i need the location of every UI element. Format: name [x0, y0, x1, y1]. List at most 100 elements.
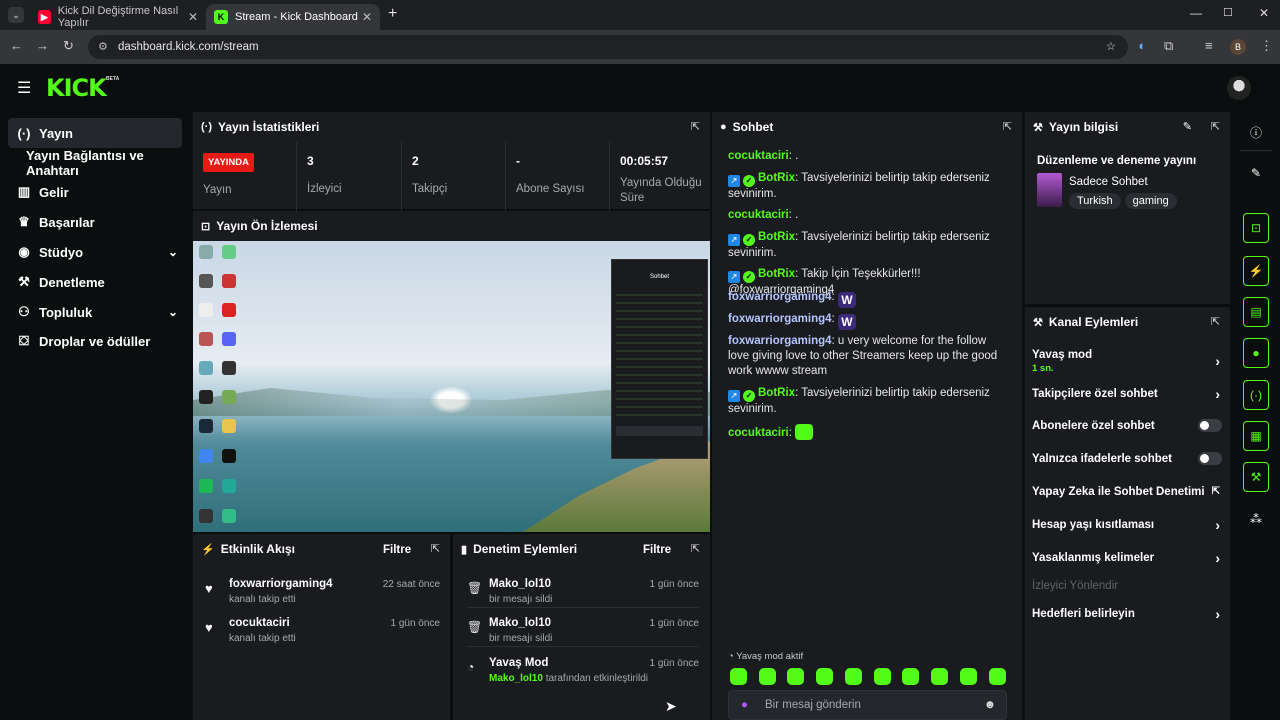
address-bar[interactable]: ⚙ dashboard.kick.com/stream ☆: [88, 35, 1128, 59]
sidebar-item-achievements[interactable]: ♛ Başarılar: [8, 207, 182, 237]
emotes-only-setting[interactable]: Yalnızca ifadelerle sohbet: [1032, 452, 1222, 465]
stream-info-panel: ⚒ Yayın bilgisi ✎ ⇱ Düzenleme ve deneme y…: [1025, 112, 1230, 304]
emote-quick-button[interactable]: [960, 668, 977, 685]
desktop-icon[interactable]: [222, 332, 236, 346]
minimize-icon[interactable]: —: [1190, 6, 1202, 20]
close-tab-icon[interactable]: ✕: [362, 10, 372, 24]
media-icon[interactable]: ≡: [1205, 38, 1213, 53]
desktop-icon[interactable]: [222, 245, 236, 259]
desktop-icon[interactable]: [222, 479, 236, 493]
popout-icon[interactable]: ⇱: [691, 120, 700, 133]
close-tab-icon[interactable]: ✕: [188, 10, 198, 24]
desktop-icon[interactable]: [222, 303, 236, 317]
subscribers-only-setting[interactable]: Abonelere özel sohbet: [1032, 419, 1222, 432]
clip-icon[interactable]: ⊡: [1243, 213, 1269, 243]
emotes-only-toggle[interactable]: [1198, 452, 1222, 465]
emote-quick-button[interactable]: [730, 668, 747, 685]
lightning-icon[interactable]: ⚡: [1243, 256, 1269, 286]
desktop-icon[interactable]: [199, 479, 213, 493]
ai-moderation-setting[interactable]: Yapay Zeka ile Sohbet Denetimi ⇱: [1032, 486, 1222, 498]
reload-icon[interactable]: ↻: [63, 38, 74, 54]
banned-words-setting[interactable]: Yasaklanmış kelimeler ›: [1032, 550, 1222, 566]
desktop-icon[interactable]: [222, 274, 236, 288]
desktop-icon[interactable]: [199, 332, 213, 346]
emote-quick-button[interactable]: [902, 668, 919, 685]
browser-tab-youtube[interactable]: ▶ Kick Dil Değiştirme Nasıl Yapılır ✕: [30, 4, 206, 30]
new-tab-icon[interactable]: +: [388, 5, 397, 23]
back-icon[interactable]: ←: [10, 38, 23, 53]
emoji-icon[interactable]: ☻: [984, 691, 996, 719]
info-icon[interactable]: ⓘ: [1240, 117, 1272, 147]
emote-quick-button[interactable]: [931, 668, 948, 685]
puzzle-icon[interactable]: ⧉: [1164, 38, 1173, 54]
desktop-icon[interactable]: [199, 274, 213, 288]
desktop-icon[interactable]: [222, 509, 236, 523]
notes-icon[interactable]: ▤: [1243, 297, 1269, 327]
menu-kebab-icon[interactable]: ⋮: [1260, 38, 1273, 54]
close-window-icon[interactable]: ✕: [1259, 6, 1269, 20]
broadcast-icon[interactable]: (·): [1243, 380, 1269, 410]
bookmark-star-icon[interactable]: ☆: [1106, 39, 1116, 53]
desktop-icon[interactable]: [199, 303, 213, 317]
chat-bubble-icon[interactable]: ●: [1243, 338, 1269, 368]
emote-quick-button[interactable]: [874, 668, 891, 685]
emote-quick-button[interactable]: [845, 668, 862, 685]
popout-icon[interactable]: ⇱: [691, 542, 700, 555]
emote-quick-button[interactable]: [816, 668, 833, 685]
desktop-icon[interactable]: [222, 390, 236, 404]
extension-icon[interactable]: ◖: [1137, 38, 1145, 53]
sidebar-item-moderation[interactable]: ⚒ Denetleme: [8, 267, 182, 297]
tag[interactable]: gaming: [1124, 193, 1177, 209]
emote-quick-button[interactable]: [989, 668, 1006, 685]
chat-input[interactable]: ● Bir mesaj gönderin ☻: [728, 690, 1007, 720]
edit-pencil-icon[interactable]: ✎: [1240, 158, 1272, 188]
desktop-icon[interactable]: [199, 419, 213, 433]
slow-mode-setting[interactable]: Yavaş mod 1 sn. ›: [1032, 349, 1222, 374]
desktop-icon[interactable]: [199, 390, 213, 404]
hamburger-menu-icon[interactable]: ☰: [17, 78, 31, 98]
widgets-icon[interactable]: ⁂: [1240, 504, 1272, 534]
user-avatar[interactable]: [1227, 76, 1251, 100]
desktop-icon[interactable]: [222, 419, 236, 433]
sidebar-item-studio[interactable]: ◉ Stüdyo ⌄: [8, 237, 182, 267]
chevron-down-icon: ⌄: [167, 305, 178, 319]
chat-message: ↗ ✓ BotRix: Tavsiyelerinizi belirtip takip…: [728, 172, 990, 200]
sidebar-item-revenue[interactable]: ▥ Gelir: [8, 177, 182, 207]
desktop-icon[interactable]: [199, 361, 213, 375]
desktop-icon[interactable]: [199, 245, 213, 259]
microphone-icon[interactable]: ●: [741, 691, 748, 719]
popout-icon[interactable]: ⇱: [1211, 315, 1220, 328]
sidebar-item-drops[interactable]: ⛋ Droplar ve ödüller: [8, 326, 182, 356]
forward-icon[interactable]: →: [36, 38, 49, 53]
desktop-icon[interactable]: [199, 509, 213, 523]
sidebar-item-stream[interactable]: (·) Yayın: [8, 118, 182, 148]
filter-button[interactable]: Filtre: [643, 544, 671, 556]
stat-subscribers: - Abone Sayısı: [505, 142, 609, 212]
kick-logo[interactable]: KICK: [46, 74, 107, 102]
wrench-icon[interactable]: ⚒: [1243, 462, 1269, 492]
tab-list-button[interactable]: ⌄: [8, 7, 24, 23]
sidebar-item-community[interactable]: ⚇ Topluluk ⌄: [8, 297, 182, 327]
edit-pencil-icon[interactable]: ✎: [1183, 120, 1192, 133]
goals-setting[interactable]: Hedefleri belirleyin ›: [1032, 606, 1222, 622]
emote-quick-button[interactable]: [787, 668, 804, 685]
emote-quick-button[interactable]: [759, 668, 776, 685]
category-name[interactable]: Sadece Sohbet: [1069, 176, 1148, 188]
browser-tab-kick[interactable]: K Stream - Kick Dashboard ✕: [206, 4, 380, 30]
desktop-icon[interactable]: [222, 449, 236, 463]
popout-icon[interactable]: ⇱: [431, 542, 440, 555]
popout-icon[interactable]: ⇱: [1211, 120, 1220, 133]
profile-avatar[interactable]: B: [1230, 39, 1246, 55]
maximize-icon[interactable]: ☐: [1223, 6, 1233, 19]
subscribers-only-toggle[interactable]: [1198, 419, 1222, 432]
sidebar-item-stream-key[interactable]: Yayın Bağlantısı ve Anahtarı: [8, 148, 182, 178]
layout-icon[interactable]: ▦: [1243, 421, 1269, 451]
tag[interactable]: Turkish: [1069, 193, 1121, 209]
site-info-icon[interactable]: ⚙: [98, 40, 108, 53]
filter-button[interactable]: Filtre: [383, 544, 411, 556]
followers-only-setting[interactable]: Takipçilere özel sohbet ›: [1032, 386, 1222, 402]
desktop-icon[interactable]: [222, 361, 236, 375]
desktop-icon[interactable]: [199, 449, 213, 463]
popout-icon[interactable]: ⇱: [1003, 120, 1012, 133]
age-restriction-setting[interactable]: Hesap yaşı kısıtlaması ›: [1032, 517, 1222, 533]
